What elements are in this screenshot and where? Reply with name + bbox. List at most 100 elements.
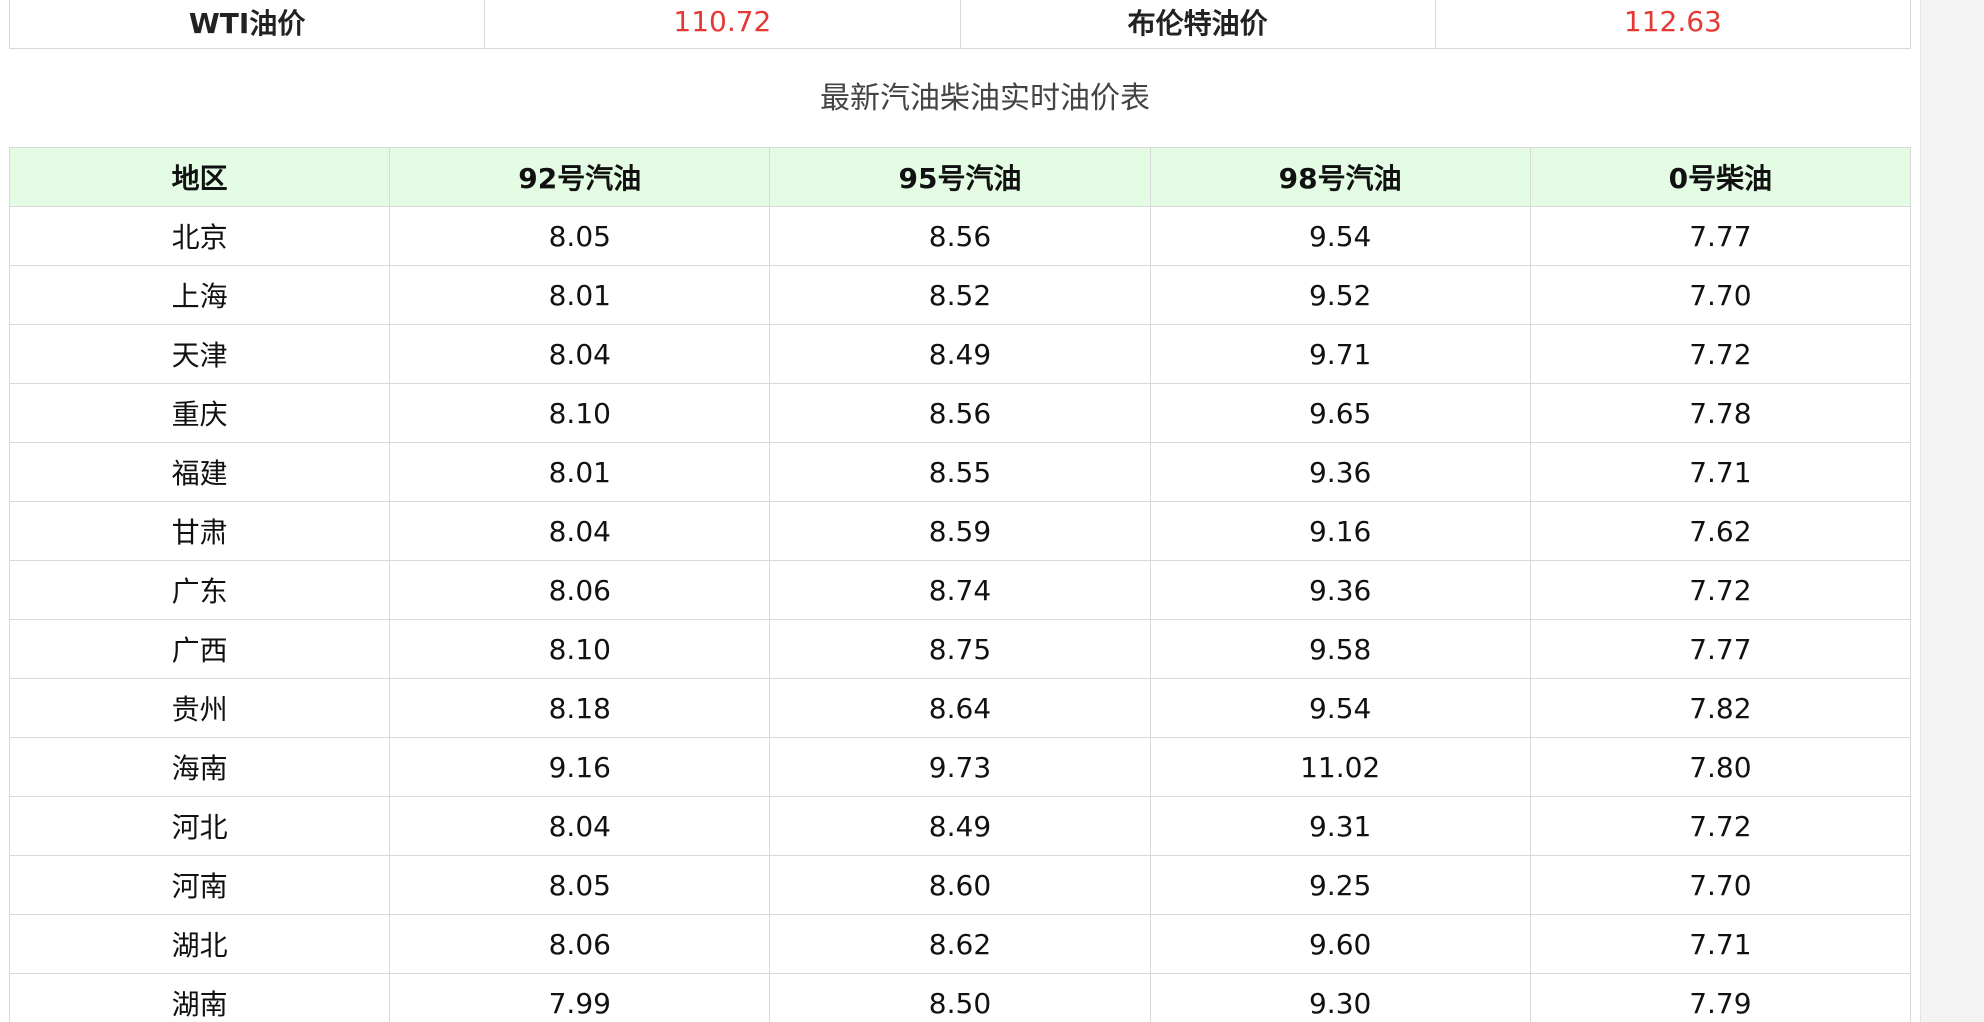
table-row: 上海 8.01 8.52 9.52 7.70	[8, 265, 1912, 325]
column-header-0-diesel: 0号柴油	[1529, 147, 1912, 207]
price-95-cell: 8.59	[769, 501, 1151, 561]
price-diesel-cell: 7.71	[1529, 442, 1912, 502]
price-92-cell: 8.06	[389, 914, 771, 974]
price-diesel-cell: 7.71	[1529, 914, 1912, 974]
table-row: 广东 8.06 8.74 9.36 7.72	[8, 560, 1912, 620]
price-95-cell: 8.49	[769, 796, 1151, 856]
scrollbar-track[interactable]	[1921, 0, 1984, 1022]
price-95-cell: 8.64	[769, 678, 1151, 738]
price-diesel-cell: 7.70	[1529, 855, 1912, 915]
region-cell: 广东	[8, 560, 391, 620]
price-95-cell: 8.49	[769, 324, 1151, 384]
price-diesel-cell: 7.62	[1529, 501, 1912, 561]
table-row: 福建 8.01 8.55 9.36 7.71	[8, 442, 1912, 502]
table-row: 湖北 8.06 8.62 9.60 7.71	[8, 914, 1912, 974]
price-diesel-cell: 7.72	[1529, 560, 1912, 620]
region-cell: 湖南	[8, 973, 391, 1022]
price-98-cell: 9.31	[1149, 796, 1531, 856]
price-95-cell: 8.55	[769, 442, 1151, 502]
column-header-92-gasoline: 92号汽油	[389, 147, 771, 207]
price-98-cell: 9.36	[1149, 560, 1531, 620]
price-92-cell: 8.10	[389, 619, 771, 679]
table-row: 海南 9.16 9.73 11.02 7.80	[8, 737, 1912, 797]
region-cell: 甘肃	[8, 501, 391, 561]
table-row: 重庆 8.10 8.56 9.65 7.78	[8, 383, 1912, 443]
price-92-cell: 8.01	[389, 442, 771, 502]
crude-oil-row: WTI油价 110.72 布伦特油价 112.63	[8, 0, 1912, 49]
price-92-cell: 8.10	[389, 383, 771, 443]
price-diesel-cell: 7.72	[1529, 324, 1912, 384]
region-cell: 广西	[8, 619, 391, 679]
price-92-cell: 8.06	[389, 560, 771, 620]
table-body: 北京 8.05 8.56 9.54 7.77 上海 8.01 8.52 9.52 7.70 天津 8.…	[8, 206, 1912, 1022]
price-98-cell: 9.58	[1149, 619, 1531, 679]
price-92-cell: 8.04	[389, 796, 771, 856]
table-row: 天津 8.04 8.49 9.71 7.72	[8, 324, 1912, 384]
page-content: WTI油价 110.72 布伦特油价 112.63 最新汽油柴油实时油价表 地区…	[0, 0, 1921, 1022]
price-95-cell: 8.56	[769, 206, 1151, 266]
column-header-region: 地区	[8, 147, 391, 207]
price-diesel-cell: 7.80	[1529, 737, 1912, 797]
price-98-cell: 9.25	[1149, 855, 1531, 915]
price-92-cell: 8.05	[389, 855, 771, 915]
region-cell: 贵州	[8, 678, 391, 738]
price-95-cell: 8.50	[769, 973, 1151, 1022]
price-98-cell: 9.16	[1149, 501, 1531, 561]
price-98-cell: 9.65	[1149, 383, 1531, 443]
region-cell: 海南	[8, 737, 391, 797]
price-98-cell: 9.54	[1149, 678, 1531, 738]
table-row: 甘肃 8.04 8.59 9.16 7.62	[8, 501, 1912, 561]
column-header-98-gasoline: 98号汽油	[1149, 147, 1531, 207]
brent-label: 布伦特油价	[959, 0, 1436, 49]
region-cell: 天津	[8, 324, 391, 384]
price-95-cell: 8.62	[769, 914, 1151, 974]
column-header-95-gasoline: 95号汽油	[769, 147, 1151, 207]
brent-value: 112.63	[1434, 0, 1912, 49]
price-98-cell: 11.02	[1149, 737, 1531, 797]
price-98-cell: 9.30	[1149, 973, 1531, 1022]
table-header-row: 地区 92号汽油 95号汽油 98号汽油 0号柴油	[8, 147, 1912, 207]
table-row: 河北 8.04 8.49 9.31 7.72	[8, 796, 1912, 856]
table-row: 广西 8.10 8.75 9.58 7.77	[8, 619, 1912, 679]
region-cell: 河南	[8, 855, 391, 915]
price-95-cell: 8.56	[769, 383, 1151, 443]
price-98-cell: 9.36	[1149, 442, 1531, 502]
price-diesel-cell: 7.79	[1529, 973, 1912, 1022]
table-row: 北京 8.05 8.56 9.54 7.77	[8, 206, 1912, 266]
table-title: 最新汽油柴油实时油价表	[820, 81, 1150, 116]
wti-label: WTI油价	[8, 0, 486, 49]
price-92-cell: 8.18	[389, 678, 771, 738]
price-95-cell: 8.52	[769, 265, 1151, 325]
price-92-cell: 8.05	[389, 206, 771, 266]
table-row: 湖南 7.99 8.50 9.30 7.79	[8, 973, 1912, 1022]
price-95-cell: 8.74	[769, 560, 1151, 620]
fuel-price-table: 地区 92号汽油 95号汽油 98号汽油 0号柴油 北京 8.05 8.56 9.54…	[8, 147, 1912, 1022]
price-diesel-cell: 7.82	[1529, 678, 1912, 738]
wti-value: 110.72	[484, 0, 961, 49]
region-cell: 湖北	[8, 914, 391, 974]
price-diesel-cell: 7.78	[1529, 383, 1912, 443]
crude-oil-price-table: WTI油价 110.72 布伦特油价 112.63	[8, 0, 1912, 49]
price-92-cell: 9.16	[389, 737, 771, 797]
price-95-cell: 8.60	[769, 855, 1151, 915]
price-diesel-cell: 7.77	[1529, 619, 1912, 679]
price-92-cell: 8.01	[389, 265, 771, 325]
price-diesel-cell: 7.77	[1529, 206, 1912, 266]
price-98-cell: 9.60	[1149, 914, 1531, 974]
price-98-cell: 9.71	[1149, 324, 1531, 384]
price-95-cell: 8.75	[769, 619, 1151, 679]
table-row: 河南 8.05 8.60 9.25 7.70	[8, 855, 1912, 915]
price-diesel-cell: 7.72	[1529, 796, 1912, 856]
region-cell: 福建	[8, 442, 391, 502]
region-cell: 上海	[8, 265, 391, 325]
price-98-cell: 9.52	[1149, 265, 1531, 325]
price-98-cell: 9.54	[1149, 206, 1531, 266]
price-92-cell: 8.04	[389, 324, 771, 384]
table-row: 贵州 8.18 8.64 9.54 7.82	[8, 678, 1912, 738]
price-95-cell: 9.73	[769, 737, 1151, 797]
region-cell: 河北	[8, 796, 391, 856]
region-cell: 北京	[8, 206, 391, 266]
region-cell: 重庆	[8, 383, 391, 443]
price-92-cell: 7.99	[389, 973, 771, 1022]
price-92-cell: 8.04	[389, 501, 771, 561]
